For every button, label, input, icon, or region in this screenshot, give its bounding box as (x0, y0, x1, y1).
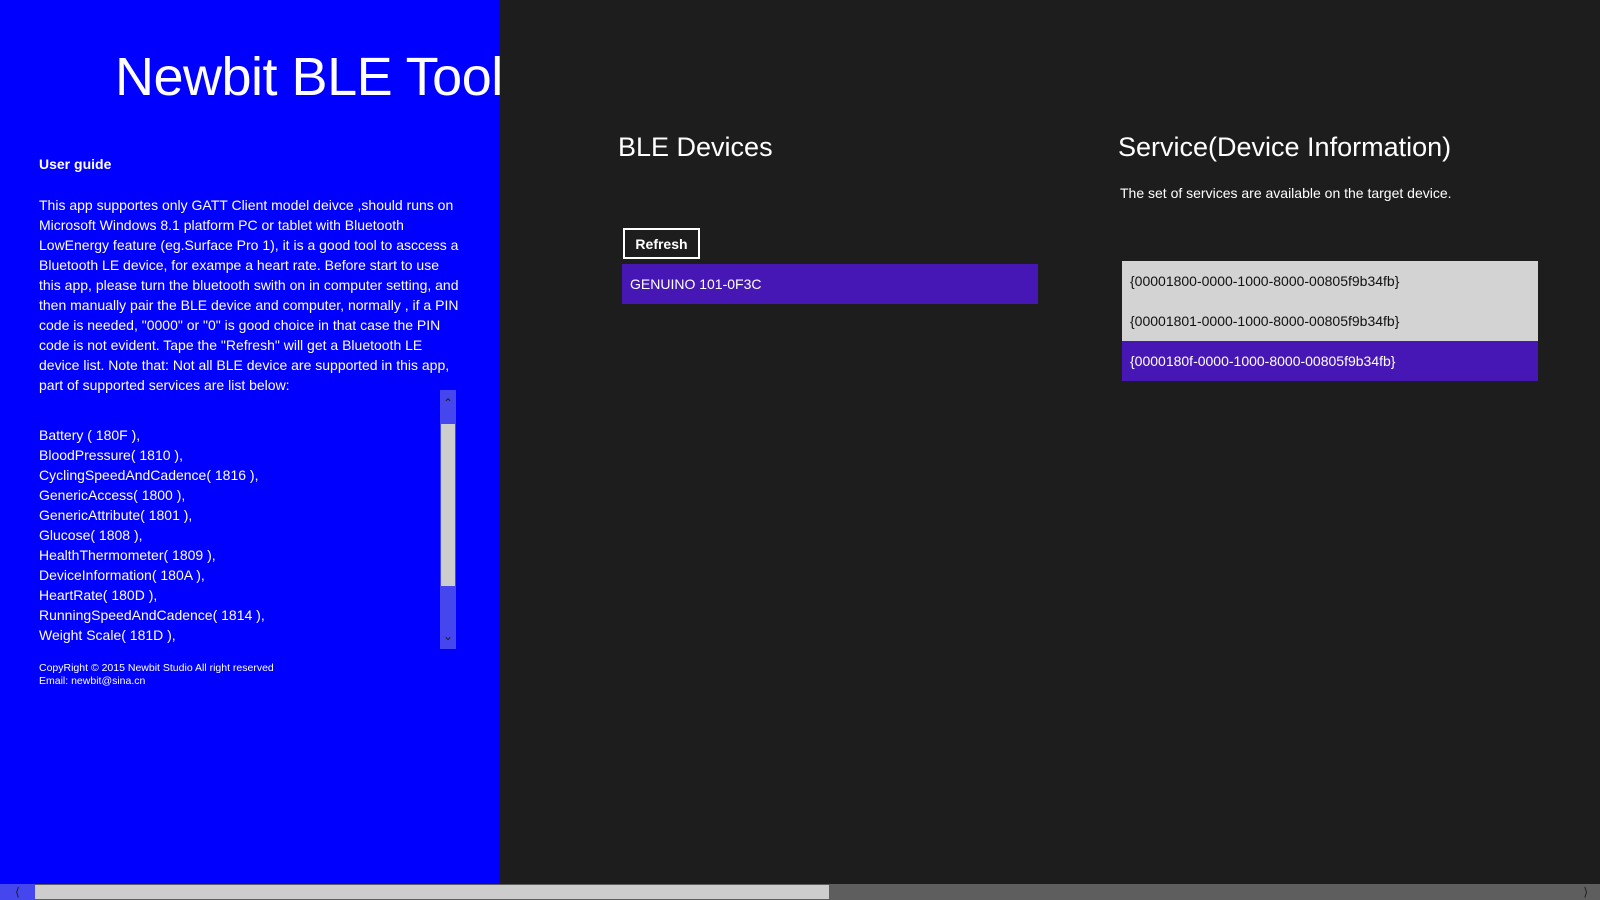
list-item: RunningSpeedAndCadence( 1814 ), (39, 607, 265, 623)
scrollbar-thumb[interactable] (35, 885, 829, 899)
guide-panel: Newbit BLE Tool User guide This app supp… (0, 0, 503, 884)
list-item: Glucose( 1808 ), (39, 527, 143, 543)
chevron-down-icon[interactable]: ⌄ (440, 629, 456, 643)
copyright: CopyRight © 2015 Newbit Studio All right… (39, 662, 274, 688)
devices-title: BLE Devices (618, 132, 773, 162)
supported-services-scroll[interactable]: Battery ( 180F ), BloodPressure( 1810 ),… (39, 390, 455, 649)
chevron-up-icon[interactable]: ⌃ (440, 396, 456, 410)
copyright-text: CopyRight © 2015 Newbit Studio All right… (39, 662, 274, 674)
list-item: Weight Scale( 181D ), (39, 627, 176, 643)
service-item[interactable]: {00001800-0000-1000-8000-00805f9b34fb} (1122, 261, 1538, 301)
service-list: {00001800-0000-1000-8000-00805f9b34fb} {… (1122, 261, 1538, 381)
guide-title: User guide (39, 156, 112, 172)
service-description: The set of services are available on the… (1120, 185, 1452, 201)
list-item: HeartRate( 180D ), (39, 587, 158, 603)
list-item: DeviceInformation( 180A ), (39, 567, 205, 583)
app-title: Newbit BLE Tool (115, 47, 503, 107)
email-text: Email: newbit@sina.cn (39, 675, 146, 687)
device-item[interactable]: GENUINO 101-0F3C (622, 264, 1038, 304)
list-item: CyclingSpeedAndCadence( 1816 ), (39, 467, 259, 483)
horizontal-scrollbar[interactable]: ⟨ ⟩ (0, 884, 1600, 900)
supported-services-list: Battery ( 180F ), BloodPressure( 1810 ),… (39, 425, 265, 645)
list-item: Battery ( 180F ), (39, 427, 141, 443)
service-title: Service(Device Information) (1118, 132, 1452, 162)
list-item: HealthThermometer( 1809 ), (39, 547, 216, 563)
guide-body: This app supportes only GATT Client mode… (39, 197, 459, 393)
chevron-right-icon[interactable]: ⟩ (1583, 884, 1588, 900)
chevron-left-icon[interactable]: ⟨ (0, 884, 35, 900)
refresh-button[interactable]: Refresh (623, 228, 700, 259)
service-item-selected[interactable]: {0000180f-0000-1000-8000-00805f9b34fb} (1122, 341, 1538, 381)
vertical-scrollbar[interactable]: ⌃ ⌄ (440, 390, 456, 649)
scrollbar-thumb[interactable] (441, 424, 455, 586)
list-item: GenericAccess( 1800 ), (39, 487, 186, 503)
list-item: BloodPressure( 1810 ), (39, 447, 183, 463)
service-item[interactable]: {00001801-0000-1000-8000-00805f9b34fb} (1122, 301, 1538, 341)
list-item: GenericAttribute( 1801 ), (39, 507, 193, 523)
